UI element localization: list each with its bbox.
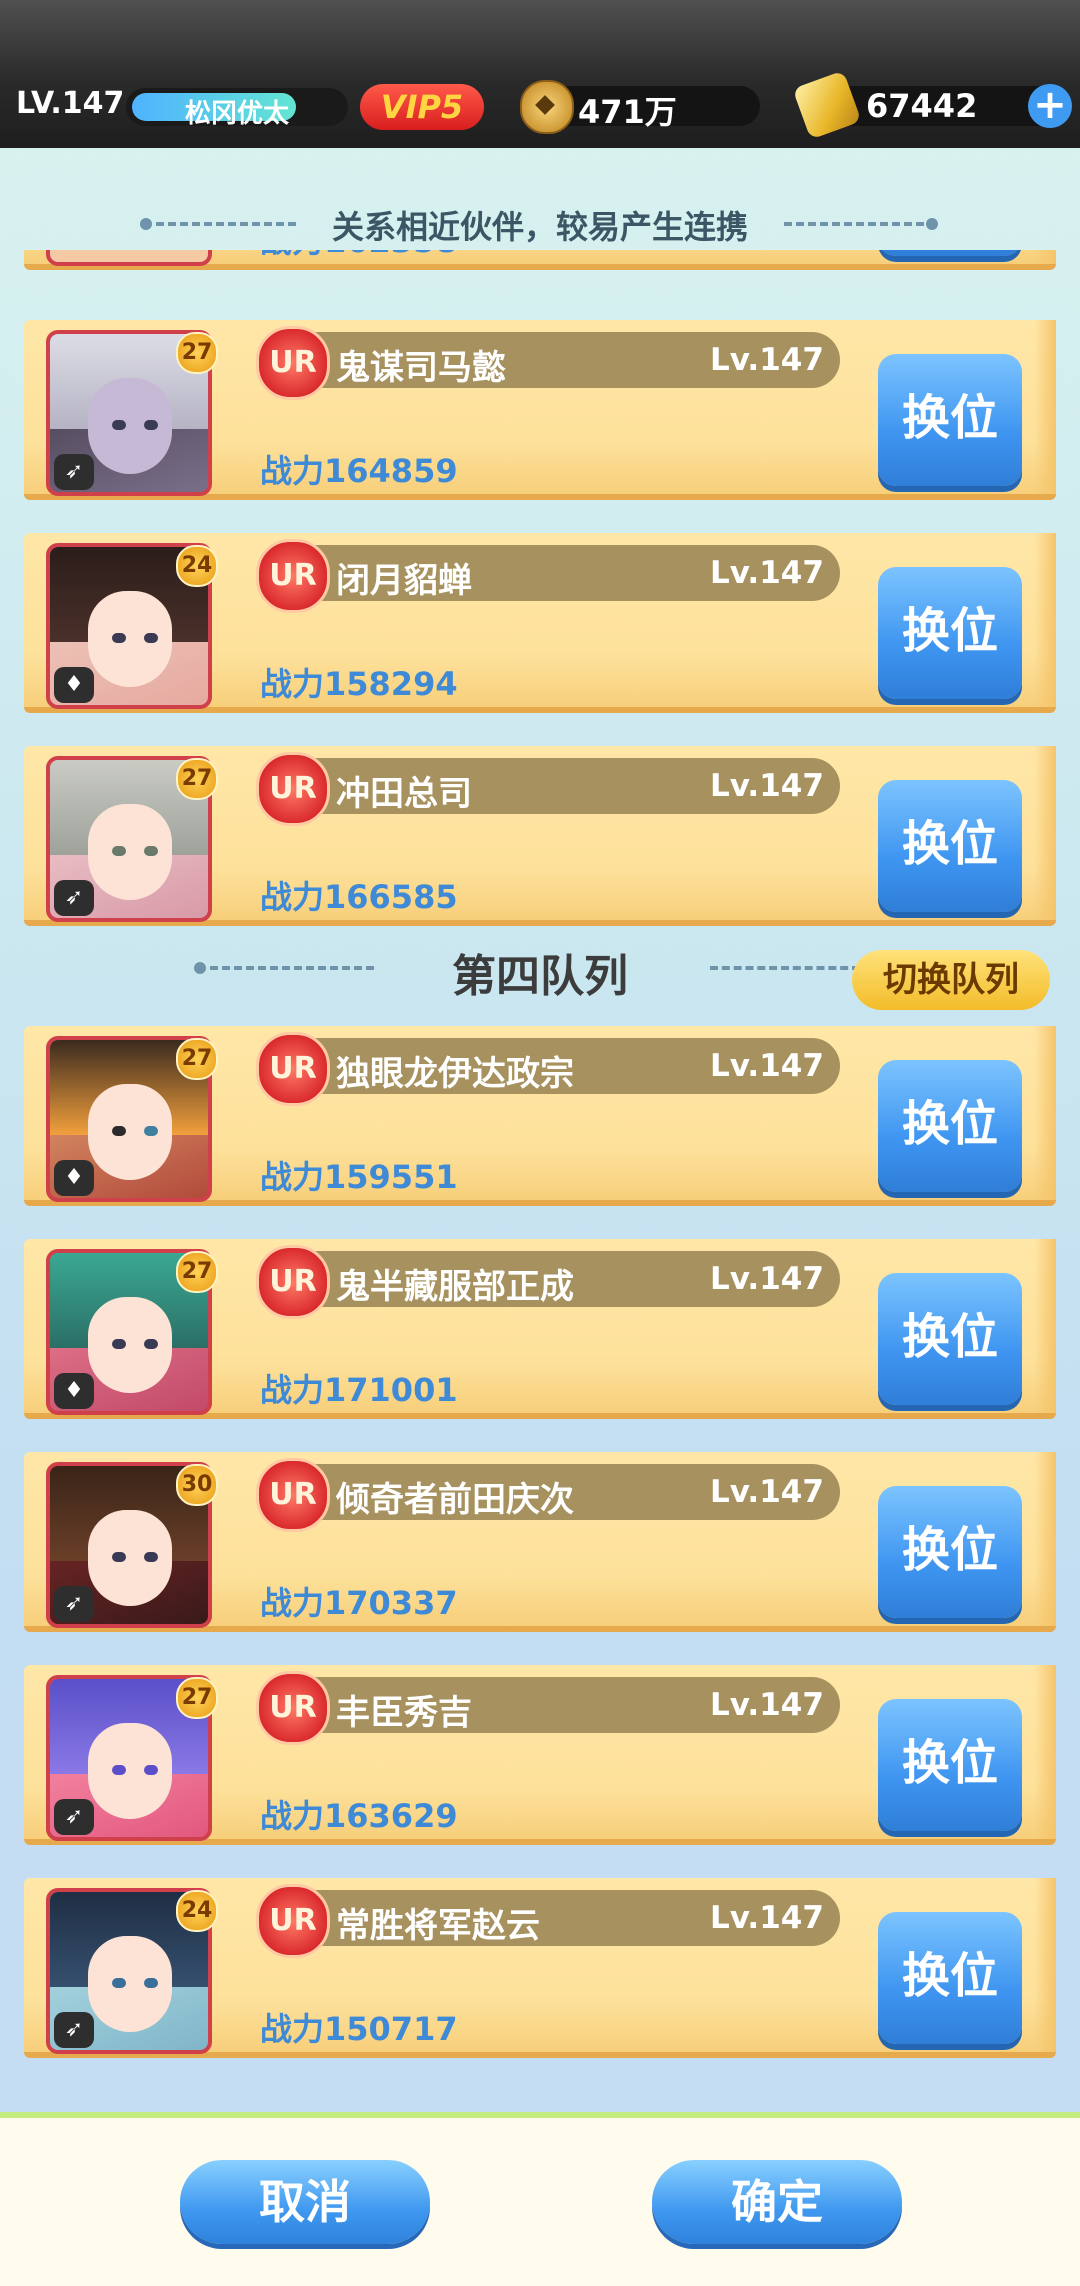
hero-power: 战力163629 [260,1797,458,1835]
hero-power: 战力162358 [260,250,458,262]
hero-card[interactable]: 27 ♦ UR 独眼龙伊达政宗 Lv.147 战力159551 换位 [24,1026,1056,1206]
hint-text: 关系相近伙伴，较易产生连携 [331,208,748,246]
gold-amount: 67442 [866,87,978,125]
swap-button[interactable]: 换位 [878,1060,1022,1192]
class-type-icon: ➶ [54,1586,94,1622]
hero-level: Lv.147 [710,1048,824,1084]
hero-level: Lv.147 [710,1261,824,1297]
hero-power: 战力170337 [260,1584,458,1622]
swap-button[interactable]: 换位 [878,1912,1022,2044]
coin-amount: 471万 [578,93,677,131]
hero-card[interactable]: 24 ➶ UR 常胜将军赵云 Lv.147 战力150717 换位 [24,1878,1056,2058]
swap-button[interactable]: 换位 [878,354,1022,486]
hero-card[interactable]: 27 ♦ UR 鬼半藏服部正成 Lv.147 战力171001 换位 [24,1239,1056,1419]
hero-name: 倾奇者前田庆次 [336,1480,574,1520]
hero-card[interactable]: 27 ➶ UR 冲田总司 Lv.147 战力166585 换位 [24,746,1056,926]
ur-rarity-badge: UR [256,1245,330,1319]
class-type-icon: ➶ [54,454,94,490]
hero-power: 战力150717 [260,2010,458,2048]
hero-card[interactable]: 27 ➶ UR 鬼谋司马懿 Lv.147 战力164859 换位 [24,320,1056,500]
hero-power: 战力159551 [260,1158,458,1196]
hero-card[interactable]: 27 ➶ UR 丰臣秀吉 Lv.147 战力163629 换位 [24,1665,1056,1845]
hero-level: Lv.147 [710,342,824,378]
ur-rarity-badge: UR [256,326,330,400]
star-badge-icon: 27 [176,1038,218,1080]
hero-level: Lv.147 [710,1687,824,1723]
hero-name: 独眼龙伊达政宗 [336,1054,574,1094]
hero-card[interactable]: 30 ➶ UR 倾奇者前田庆次 Lv.147 战力170337 换位 [24,1452,1056,1632]
class-type-icon: ➶ [54,880,94,916]
star-badge-icon: 27 [176,1251,218,1293]
swap-button[interactable]: 换位 [878,567,1022,699]
footer-bar [0,2112,1080,2286]
hero-level: Lv.147 [710,1900,824,1936]
class-type-icon: ➶ [54,2012,94,2048]
swap-button[interactable] [878,250,1022,256]
hero-card-partial[interactable]: 战力162358 [24,250,1056,270]
hero-name: 常胜将军赵云 [336,1906,540,1946]
hero-power: 战力164859 [260,452,458,490]
coin-icon [520,80,574,134]
swap-button[interactable]: 换位 [878,780,1022,912]
hero-level: Lv.147 [710,1474,824,1510]
swap-button[interactable]: 换位 [878,1699,1022,1831]
star-badge-icon: 27 [176,332,218,374]
hero-name: 鬼谋司马懿 [336,348,506,388]
star-badge-icon: 24 [176,1890,218,1932]
ur-rarity-badge: UR [256,539,330,613]
class-type-icon: ♦ [54,667,94,703]
hero-name: 冲田总司 [336,774,472,814]
plus-icon[interactable]: + [1028,84,1072,128]
vip-badge[interactable]: VIP5 [360,84,484,130]
class-type-icon: ➶ [54,1799,94,1835]
hero-power: 战力171001 [260,1371,458,1409]
star-badge-icon: 27 [176,758,218,800]
star-badge-icon: 30 [176,1464,218,1506]
hero-name: 鬼半藏服部正成 [336,1267,574,1307]
hero-list[interactable]: 战力162358 27 ➶ UR 鬼谋司马懿 Lv.147 战力164859 换… [0,250,1080,2060]
ur-rarity-badge: UR [256,1671,330,1745]
hero-power: 战力158294 [260,665,458,703]
star-badge-icon: 24 [176,545,218,587]
class-type-icon: ♦ [54,1373,94,1409]
swap-button[interactable]: 换位 [878,1486,1022,1618]
hero-portrait [46,250,212,266]
ur-rarity-badge: UR [256,1884,330,1958]
ur-rarity-badge: UR [256,752,330,826]
player-name: 松冈优太 [184,99,289,126]
cancel-button[interactable]: 取消 [180,2160,430,2244]
hero-name: 丰臣秀吉 [336,1693,472,1733]
hero-card[interactable]: 24 ♦ UR 闭月貂蝉 Lv.147 战力158294 换位 [24,533,1056,713]
confirm-button[interactable]: 确定 [652,2160,902,2244]
class-type-icon: ♦ [54,1160,94,1196]
ur-rarity-badge: UR [256,1032,330,1106]
switch-queue-button[interactable]: 切换队列 [852,950,1050,1010]
hero-level: Lv.147 [710,555,824,591]
star-badge-icon: 27 [176,1677,218,1719]
hero-level: Lv.147 [710,768,824,804]
player-level: LV.147 [16,86,125,121]
player-name-bar: 松冈优太 [126,88,348,126]
hero-name: 闭月貂蝉 [336,561,472,601]
swap-button[interactable]: 换位 [878,1273,1022,1405]
ur-rarity-badge: UR [256,1458,330,1532]
hint-row: 关系相近伙伴，较易产生连携 [0,198,1080,248]
hero-power: 战力166585 [260,878,458,916]
